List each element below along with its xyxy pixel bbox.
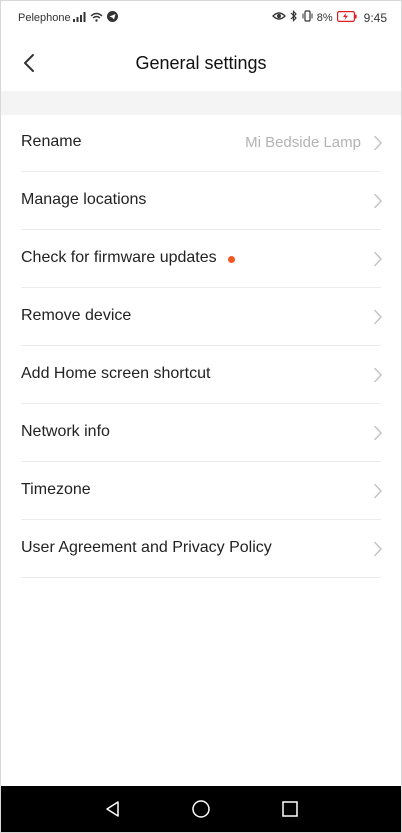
- wifi-icon: [90, 12, 103, 25]
- update-available-dot: [228, 256, 235, 263]
- chevron-right-icon: [374, 425, 383, 441]
- chevron-right-icon: [374, 251, 383, 267]
- setting-label: User Agreement and Privacy Policy: [21, 539, 272, 556]
- setting-label: Network info: [21, 423, 110, 440]
- setting-row-remove-device[interactable]: Remove device: [1, 288, 401, 346]
- chevron-right-icon: [374, 541, 383, 557]
- page-title: General settings: [135, 53, 267, 73]
- setting-label: Timezone: [21, 481, 91, 498]
- nav-home-button[interactable]: [190, 798, 212, 820]
- header: General settings: [1, 35, 401, 91]
- chevron-right-icon: [374, 367, 383, 383]
- battery-icon: [336, 10, 357, 25]
- setting-label: Add Home screen shortcut: [21, 365, 211, 382]
- chevron-right-icon: [374, 193, 383, 209]
- chevron-right-icon: [374, 483, 383, 499]
- status-bar: Pelephone 8% 9:45: [1, 1, 401, 35]
- setting-label: Check for firmware updates: [21, 249, 217, 266]
- setting-row-user-agreement[interactable]: User Agreement and Privacy Policy: [1, 520, 401, 578]
- clock: 9:45: [363, 10, 387, 25]
- bluetooth-icon: [290, 10, 298, 25]
- setting-label: Remove device: [21, 307, 132, 324]
- setting-row-home-shortcut[interactable]: Add Home screen shortcut: [1, 346, 401, 404]
- setting-label: Manage locations: [21, 191, 147, 208]
- section-divider: [1, 91, 401, 115]
- settings-list: Rename Mi Bedside Lamp Manage locations …: [1, 114, 401, 578]
- setting-row-manage-locations[interactable]: Manage locations: [1, 172, 401, 230]
- home-circle-icon: [192, 800, 210, 818]
- battery-percent: 8%: [316, 11, 333, 24]
- setting-label: Rename: [21, 133, 82, 150]
- app-screen: Pelephone 8% 9:45 General settings Renam…: [0, 0, 402, 833]
- back-triangle-icon: [106, 801, 119, 817]
- chevron-right-icon: [374, 135, 383, 151]
- eye-icon: [271, 11, 286, 24]
- telegram-icon: [107, 11, 118, 25]
- setting-row-firmware-updates[interactable]: Check for firmware updates: [1, 230, 401, 288]
- setting-row-network-info[interactable]: Network info: [1, 404, 401, 462]
- chevron-right-icon: [374, 309, 383, 325]
- vibrate-icon: [302, 10, 313, 25]
- nav-back-button[interactable]: [102, 798, 124, 820]
- status-left-icons: [73, 11, 118, 25]
- setting-row-rename[interactable]: Rename Mi Bedside Lamp: [1, 114, 401, 172]
- setting-value: Mi Bedside Lamp: [245, 134, 361, 151]
- status-right-icons: 8% 9:45: [271, 10, 387, 25]
- system-nav-bar: [1, 786, 401, 832]
- signal-icon: [73, 11, 86, 25]
- setting-row-timezone[interactable]: Timezone: [1, 462, 401, 520]
- nav-recents-button[interactable]: [279, 798, 301, 820]
- recents-square-icon: [282, 801, 298, 817]
- carrier-name: Pelephone: [18, 12, 71, 24]
